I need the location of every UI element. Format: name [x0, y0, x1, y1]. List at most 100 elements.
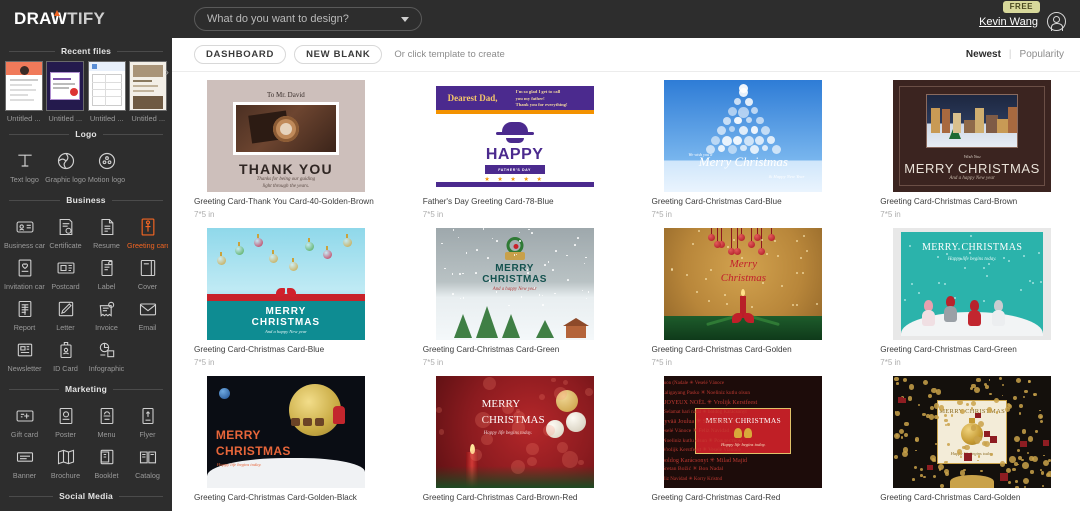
graphic-logo-icon	[45, 150, 86, 172]
app-logo[interactable]: DRAWTIFY	[0, 9, 172, 29]
decoration	[739, 126, 748, 135]
sidebar-item-label[interactable]: Label	[86, 253, 127, 294]
sidebar-item-business-card[interactable]: Business card	[4, 212, 45, 253]
sidebar-item-label: Menu	[86, 430, 127, 439]
greeting-card-icon	[127, 216, 168, 238]
decoration	[731, 228, 732, 248]
dashboard-button[interactable]: DASHBOARD	[194, 45, 286, 64]
recent-files-next-icon[interactable]: ›	[165, 66, 169, 78]
sidebar-item-booklet[interactable]: Booklet	[86, 442, 127, 483]
decoration	[289, 262, 298, 271]
template-card[interactable]: MERRY CHRISTMAS Happy life begins today.…	[880, 228, 1064, 367]
decoration	[1028, 436, 1033, 441]
certificate-icon	[45, 216, 86, 238]
sidebar-item-id-card[interactable]: ID Card	[45, 335, 86, 376]
recent-files-list: Untitled ... Untitled ... Untitled ... U…	[0, 59, 172, 123]
new-blank-button[interactable]: NEW BLANK	[294, 45, 382, 64]
decoration	[806, 250, 808, 252]
template-card[interactable]: MERRY CHRISTMAS Happy life begins today.…	[194, 376, 378, 506]
decoration	[758, 248, 765, 255]
recent-file-item[interactable]: Untitled ...	[129, 61, 169, 123]
design-search-input[interactable]: What do you want to design?	[194, 7, 422, 31]
chevron-down-icon[interactable]	[401, 17, 409, 22]
sidebar-item-invitation-card[interactable]: Invitation card	[4, 253, 45, 294]
sidebar-item-catalog[interactable]: Catalog	[127, 442, 168, 483]
decoration	[975, 463, 977, 465]
template-title: Greeting Card-Christmas Card-Blue	[194, 345, 378, 354]
sidebar-item-report[interactable]: Report	[4, 294, 45, 335]
sidebar-item-label: Report	[4, 323, 45, 332]
decoration	[928, 394, 932, 398]
sidebar-item-label: Flyer	[127, 430, 168, 439]
decoration	[931, 108, 939, 133]
decoration	[586, 298, 588, 300]
template-card[interactable]: MERRY CHRISTMAS Happy life begins today.	[423, 376, 607, 506]
decoration	[767, 136, 775, 144]
sidebar-item-graphic-logo[interactable]: Graphic logo	[45, 146, 86, 187]
card-text-christmas: CHRISTMAS	[207, 317, 365, 328]
sidebar-item-label: Invitation card	[4, 282, 45, 291]
decoration	[1019, 404, 1023, 408]
decoration	[989, 393, 992, 396]
decoration	[960, 470, 966, 476]
decoration	[542, 295, 544, 297]
sidebar-item-menu[interactable]: Menu	[86, 401, 127, 442]
template-card[interactable]: MERRY CHRISTMAS Happy life begins today.…	[652, 376, 836, 506]
avatar-icon[interactable]	[1047, 12, 1066, 31]
template-card[interactable]: We wish you a Merry Christmas & Happy Ne…	[652, 80, 836, 219]
sidebar-item-poster[interactable]: Poster	[45, 401, 86, 442]
decoration	[692, 243, 694, 245]
template-card[interactable]: To Mr. David THANK YOU Thanks for being …	[194, 80, 378, 219]
sidebar-item-letter[interactable]: Letter	[45, 294, 86, 335]
recent-file-item[interactable]: Untitled ...	[46, 61, 86, 123]
sidebar-item-greeting-card[interactable]: Greeting card	[127, 212, 168, 253]
decoration	[489, 280, 491, 282]
section-header-marketing: Marketing	[0, 378, 172, 397]
template-card[interactable]: Merry Christmas Greeting Card-Christmas …	[652, 228, 836, 367]
sidebar-item-newsletter[interactable]: Newsletter	[4, 335, 45, 376]
sort-newest[interactable]: Newest	[966, 49, 1001, 60]
template-card[interactable]: Dearest Dad, I'm so glad I get to call yo…	[423, 80, 607, 219]
sidebar-item-text-logo[interactable]: Text logo	[4, 146, 45, 187]
sidebar-item-brochure[interactable]: Brochure	[45, 442, 86, 483]
decoration	[460, 298, 462, 300]
business-card-icon	[4, 216, 45, 238]
sidebar-item-invoice[interactable]: Invoice	[86, 294, 127, 335]
template-card[interactable]: MERRY CHRISTMAS Happy life begins today.…	[880, 376, 1064, 506]
decoration	[746, 117, 753, 124]
decoration	[781, 285, 783, 287]
decoration	[1043, 460, 1049, 466]
sidebar-item-flyer[interactable]: Flyer	[127, 401, 168, 442]
template-card[interactable]: Wish You MERRY CHRISTMAS And a happy New…	[880, 80, 1064, 219]
sidebar-item-postcard[interactable]: Postcard	[45, 253, 86, 294]
decoration	[772, 145, 781, 154]
template-scroll-area[interactable]: To Mr. David THANK YOU Thanks for being …	[172, 72, 1080, 511]
decoration	[751, 107, 758, 114]
decoration	[894, 377, 898, 381]
decoration	[944, 283, 946, 285]
template-thumbnail: MERRY CHRISTMAS And a happy New year	[194, 228, 378, 340]
decoration	[502, 402, 514, 414]
template-card[interactable]: MERRY CHRISTMAS And a happy New year Gre…	[423, 228, 607, 367]
decoration	[721, 228, 722, 241]
sidebar-item-resume[interactable]: Resume	[86, 212, 127, 253]
template-card[interactable]: MERRY CHRISTMAS And a happy New year Gre…	[194, 228, 378, 367]
sidebar-item-gift-card[interactable]: Gift card	[4, 401, 45, 442]
sidebar-item-email[interactable]: Email	[127, 294, 168, 335]
sidebar-item-infographic[interactable]: Infographic	[86, 335, 127, 376]
sidebar-item-banner[interactable]: Banner	[4, 442, 45, 483]
decoration	[458, 237, 460, 239]
decoration	[483, 377, 496, 390]
decoration	[939, 468, 942, 471]
decoration	[894, 433, 900, 439]
sidebar-item-label: Certificate	[45, 241, 86, 250]
recent-file-item[interactable]: Untitled ...	[4, 61, 44, 123]
sidebar-item-motion-logo[interactable]: Motion logo	[86, 146, 127, 187]
sidebar-item-certificate[interactable]: Certificate	[45, 212, 86, 253]
sidebar-item-cover[interactable]: Cover	[127, 253, 168, 294]
username-link[interactable]: Kevin Wang	[979, 16, 1038, 28]
recent-file-item[interactable]: Untitled ...	[87, 61, 127, 123]
sort-popularity[interactable]: Popularity	[1020, 49, 1064, 60]
decoration	[970, 235, 972, 237]
decoration	[717, 228, 718, 241]
